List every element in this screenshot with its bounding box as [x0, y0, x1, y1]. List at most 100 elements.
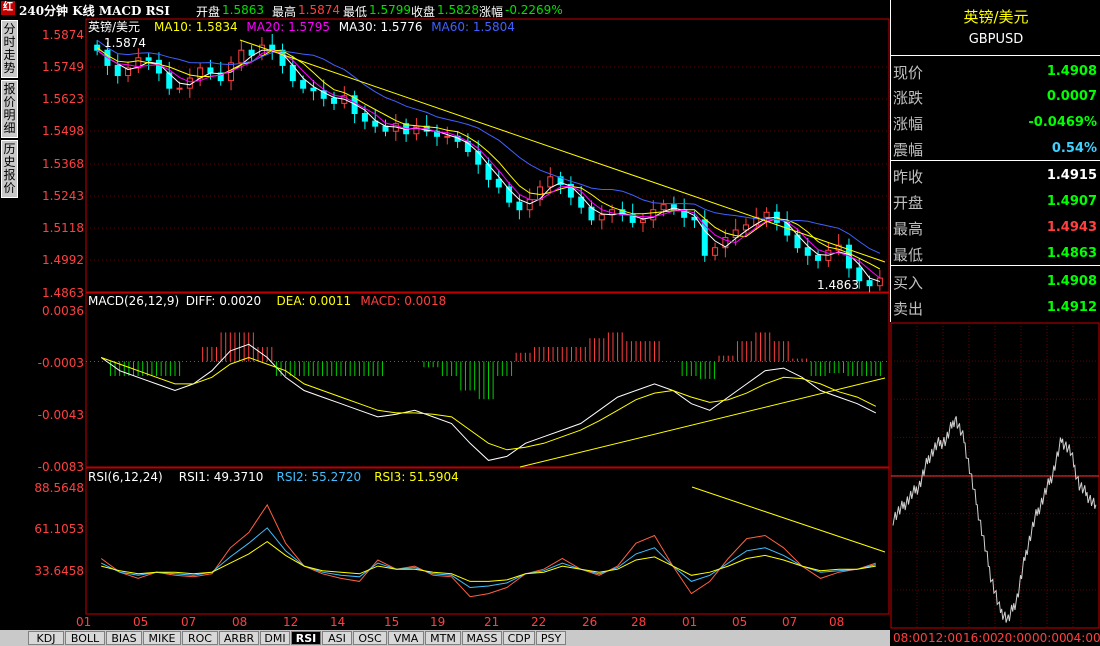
indicator-tab-rsi[interactable]: RSI: [291, 631, 321, 645]
x-axis-label: 15: [384, 615, 399, 629]
candle-body: [475, 150, 482, 165]
sidebar-row-value: 1.4908: [1046, 274, 1097, 289]
candle-body: [536, 186, 543, 201]
candle-body: [361, 113, 368, 122]
indicator-tab-arbr[interactable]: ARBR: [219, 631, 259, 645]
indicator-tab-bias[interactable]: BIAS: [106, 631, 142, 645]
price-legend-item: MA20: 1.5795: [246, 20, 330, 34]
low-price-annotation: 1.4863: [817, 278, 859, 292]
indicator-tab-psy[interactable]: PSY: [536, 631, 566, 645]
price-legend-item: 英镑/美元: [88, 19, 140, 34]
sidebar-row-value: 1.4943: [1046, 220, 1097, 235]
candle-body: [207, 67, 214, 74]
x-axis-label: 08: [829, 615, 844, 629]
sidebar-row-value: 1.4915: [1046, 168, 1097, 183]
candle-body: [763, 211, 770, 218]
candle-body: [145, 57, 152, 61]
candle-body: [176, 87, 183, 90]
indicator-tab-osc[interactable]: OSC: [353, 631, 387, 645]
indicator-tab-mike[interactable]: MIKE: [143, 631, 181, 645]
macd-legend-item: DEA: 0.0011: [277, 294, 352, 308]
indicator-tab-kdj[interactable]: KDJ: [28, 631, 64, 645]
indicator-tab-cdp[interactable]: CDP: [503, 631, 535, 645]
instrument-name: 英镑/美元: [963, 8, 1029, 26]
price-axis-label: 1.4863: [42, 286, 84, 300]
sidebar-row-4: 昨收 1.4915: [891, 162, 1100, 188]
rsi-axis-label: 61.1053: [34, 522, 84, 536]
indicator-tab-mass[interactable]: MASS: [462, 631, 502, 645]
candle-body: [155, 59, 162, 74]
x-axis-label: 05: [133, 615, 148, 629]
sidebar-row-8: 买入 1.4908: [891, 268, 1100, 294]
sidebar-row-value: 1.4863: [1046, 246, 1097, 261]
sidebar-row-label: 震幅: [893, 141, 924, 159]
panel-frame: [85, 467, 890, 615]
sidebar-row-value: -0.0469%: [1028, 115, 1097, 130]
sidebar-row-label: 开盘: [893, 194, 924, 212]
price-axis-label: 1.4992: [42, 253, 84, 267]
mini-time-label: 04:00: [1066, 631, 1100, 645]
sidebar-row-3: 震幅 0.54%: [891, 135, 1100, 161]
macd-legend-item: MACD(26,12,9): [88, 294, 179, 308]
mini-time-label: 00:00: [1032, 631, 1067, 645]
price-axis-label: 1.5874: [42, 28, 84, 42]
sidebar-divider: [891, 265, 1100, 266]
price-axis-label: 1.5623: [42, 92, 84, 106]
candle-body: [238, 49, 245, 64]
rsi-legend-item: RSI3: 51.5904: [374, 470, 459, 484]
x-axis-label: 21: [484, 615, 499, 629]
price-panel: 1.5874 1.5749 1.5623 1.5498 1.5368 1.5243 1.51…: [42, 19, 889, 300]
macd-axis-label: -0.0043: [38, 408, 84, 422]
sidebar-divider: [891, 160, 1100, 161]
x-axis-label: 08: [232, 615, 247, 629]
price-legend-item: MA30: 1.5776: [339, 20, 423, 34]
indicator-tab-boll[interactable]: BOLL: [65, 631, 105, 645]
candle-body: [547, 176, 554, 188]
price-legend-item: MA10: 1.5834: [154, 20, 238, 34]
candle-body: [516, 201, 523, 211]
indicator-tab-asi[interactable]: ASI: [322, 631, 352, 645]
x-axis-label: 26: [582, 615, 597, 629]
rsi-trend-line: [691, 486, 886, 553]
x-axis-label: 07: [782, 615, 797, 629]
candle-body: [804, 247, 811, 256]
candle-body: [300, 80, 307, 89]
sidebar-row-value: 0.54%: [1051, 141, 1097, 156]
quote-sidebar: 英镑/美元 GBPUSD 现价 1.4908 涨跌 0.0007 涨幅 -0.0469% 震…: [890, 0, 1100, 322]
candle-body: [310, 87, 317, 92]
x-axis-label: 14: [330, 615, 345, 629]
indicator-tab-roc[interactable]: ROC: [182, 631, 218, 645]
candle-body: [650, 209, 657, 221]
macd-trend-line: [519, 377, 886, 468]
x-axis-label: 01: [682, 615, 697, 629]
mini-time-label: 16:00: [963, 631, 998, 645]
ma60-line: [96, 39, 881, 254]
sidebar-row-label: 涨幅: [893, 115, 924, 133]
candle-body: [495, 178, 502, 188]
candle-body: [598, 214, 605, 221]
price-axis-label: 1.5498: [42, 124, 84, 138]
instrument-symbol: GBPUSD: [968, 32, 1024, 47]
sidebar-row-5: 开盘 1.4907: [891, 188, 1100, 214]
x-axis-label: 01: [76, 615, 91, 629]
sidebar-row-2: 涨幅 -0.0469%: [891, 109, 1100, 135]
candle-body: [876, 277, 883, 287]
rsi-axis-label: 88.5648: [34, 481, 84, 495]
indicator-tab-mtm[interactable]: MTM: [425, 631, 461, 645]
candle-body: [639, 219, 646, 223]
sidebar-row-value: 1.4912: [1046, 300, 1097, 315]
price-axis-label: 1.5243: [42, 189, 84, 203]
indicator-tab-vma[interactable]: VMA: [388, 631, 424, 645]
panel-frame: [85, 292, 890, 468]
candle-body: [866, 280, 873, 287]
candle-body: [331, 97, 338, 104]
rsi-legend-item: RSI(6,12,24): [88, 470, 163, 484]
macd-axis-label: 0.0036: [42, 304, 84, 318]
sidebar-row-0: 现价 1.4908: [891, 58, 1100, 84]
rsi-axis-label: 33.6458: [34, 564, 84, 578]
indicator-tab-dmi[interactable]: DMI: [260, 631, 290, 645]
candle-body: [732, 229, 739, 239]
rsi-legend-item: RSI1: 49.3710: [179, 470, 264, 484]
x-axis-label: 28: [631, 615, 646, 629]
rsi-rsi1-line: [100, 503, 876, 598]
